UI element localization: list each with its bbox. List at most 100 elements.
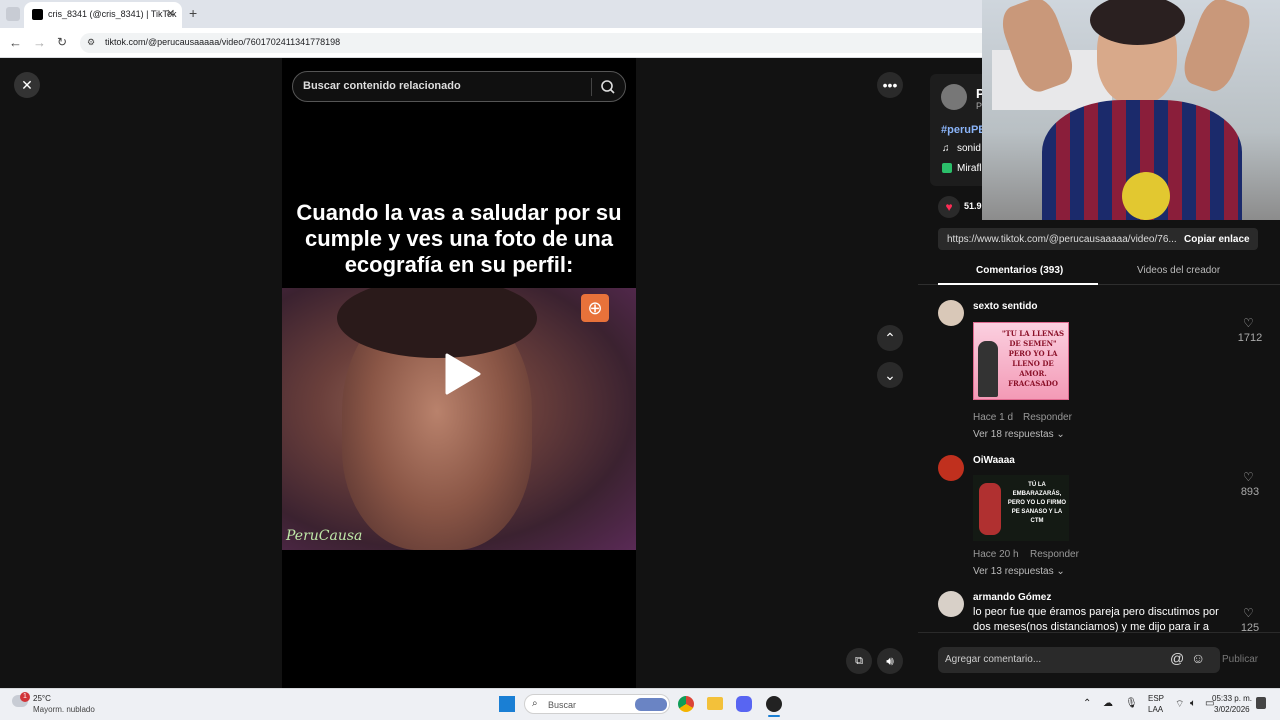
search-highlight-icon — [635, 698, 667, 711]
file-explorer-icon[interactable] — [707, 697, 723, 710]
next-video-icon[interactable]: ⌄ — [877, 362, 903, 388]
view-replies-label: Ver 18 respuestas — [973, 429, 1054, 440]
view-replies-button[interactable]: Ver 13 respuestas ⌄ — [973, 566, 1065, 577]
commenter-avatar[interactable] — [938, 300, 964, 326]
webcam-person-arm-right — [1178, 0, 1256, 96]
copy-link-button[interactable]: Copiar enlace — [1184, 234, 1250, 245]
comment-time: Hace 20 h — [973, 549, 1019, 560]
chevron-down-icon: ⌄ — [1056, 429, 1065, 440]
notification-icon[interactable] — [1256, 697, 1266, 709]
weather-badge: 1 — [20, 692, 30, 702]
comment-like-icon[interactable]: ♡ — [1243, 470, 1254, 484]
comment-placeholder: Agregar comentario... — [945, 654, 1042, 665]
speaker-icon[interactable]: 🔈︎ — [1190, 698, 1196, 709]
language-code[interactable]: ESP — [1148, 694, 1164, 703]
search-icon: ⌕ — [532, 698, 538, 709]
webcam-overlay — [982, 0, 1280, 220]
clock-date[interactable]: 3/02/2026 — [1214, 705, 1250, 714]
chrome-icon[interactable] — [678, 696, 694, 712]
location-label[interactable]: Mirafl — [957, 163, 981, 174]
video-caption: Cuando la vas a saludar por su cumple y … — [296, 200, 622, 277]
comment-text: lo peor fue que éramos pareja pero discu… — [973, 606, 1219, 633]
site-info-icon[interactable]: ⚙ — [87, 37, 95, 48]
view-replies-button[interactable]: Ver 18 respuestas ⌄ — [973, 429, 1065, 440]
tab-list-button[interactable] — [6, 7, 20, 21]
keyboard-layout[interactable]: LAA — [1148, 705, 1163, 714]
watermark-text: PeruCausa — [286, 528, 363, 544]
discord-icon[interactable] — [736, 696, 752, 712]
publish-button[interactable]: Publicar — [1222, 654, 1258, 665]
commenter-name[interactable]: sexto sentido — [973, 301, 1037, 312]
active-tab-indicator — [938, 283, 1098, 285]
chevron-down-icon: ⌄ — [1056, 566, 1065, 577]
comment-like-count: 893 — [1240, 486, 1260, 498]
emoji-icon[interactable]: ☺ — [1191, 650, 1205, 666]
comment-like-count: 125 — [1240, 622, 1260, 632]
url-text[interactable]: tiktok.com/@perucausaaaaa/video/76017024… — [105, 37, 340, 47]
tab-comments[interactable]: Comentarios (393) — [976, 265, 1063, 276]
comment-meme-image[interactable]: "TU LA LLENAS DE SEMEN" PERO YO LA LLENO… — [973, 322, 1069, 400]
chevron-up-icon[interactable]: ⌃ — [1083, 698, 1091, 709]
weather-desc: Mayorm. nublado — [33, 705, 95, 714]
close-icon[interactable]: ✕ — [14, 72, 40, 98]
meme-figure — [979, 483, 1001, 535]
clock-time[interactable]: 05:33 p. m. — [1212, 694, 1252, 703]
location-icon — [942, 163, 952, 173]
channel-logo-icon: ⊕ — [581, 294, 609, 322]
commenter-name[interactable]: armando Gómez — [973, 592, 1051, 603]
meme-figure — [978, 341, 998, 397]
taskbar-search-label: Buscar — [548, 700, 577, 710]
author-avatar[interactable] — [941, 84, 967, 110]
like-count: 51.9 — [964, 201, 982, 211]
new-tab-icon[interactable]: + — [189, 5, 197, 21]
like-button[interactable]: ♥ — [938, 196, 960, 218]
share-link-row: https://www.tiktok.com/@perucausaaaaa/vi… — [938, 228, 1258, 250]
windows-start-icon[interactable] — [499, 696, 515, 712]
volume-icon[interactable]: 🔊︎ — [877, 648, 903, 674]
mention-icon[interactable]: @ — [1170, 650, 1184, 666]
comment-like-count: 1712 — [1237, 332, 1263, 344]
tab-title: cris_8341 (@cris_8341) | TikTok — [48, 9, 177, 19]
reply-button[interactable]: Responder — [1030, 549, 1079, 560]
tab-creator-videos[interactable]: Videos del creador — [1137, 265, 1220, 276]
hashtag-link[interactable]: #peruPE — [941, 124, 986, 136]
play-icon[interactable] — [443, 353, 481, 395]
comment-input[interactable]: Agregar comentario... @ ☺ — [938, 647, 1220, 673]
more-options-icon[interactable]: ••• — [877, 72, 903, 98]
tiktok-favicon-icon — [32, 9, 43, 20]
share-link-url[interactable]: https://www.tiktok.com/@perucausaaaaa/vi… — [947, 234, 1177, 245]
taskbar-active-indicator — [768, 715, 780, 717]
close-tab-icon[interactable]: ✕ — [166, 7, 175, 20]
back-icon[interactable]: ← — [9, 35, 22, 50]
meme-text: "TU LA LLENAS DE SEMEN" PERO YO LA LLENO… — [1001, 329, 1065, 388]
view-replies-label: Ver 13 respuestas — [973, 566, 1054, 577]
commenter-avatar[interactable] — [938, 591, 964, 617]
music-note-icon: ♫ — [942, 143, 950, 154]
browser-tab[interactable]: cris_8341 (@cris_8341) | TikTok ✕ — [24, 2, 182, 28]
commenter-avatar[interactable] — [938, 455, 964, 481]
previous-video-icon[interactable]: ⌃ — [877, 325, 903, 351]
comment-meme-image[interactable]: TÚ LA EMBARAZARÁS, PERO YO LO FIRMO PE S… — [973, 475, 1069, 541]
reply-button[interactable]: Responder — [1023, 412, 1072, 423]
sound-label[interactable]: sonid — [957, 143, 981, 154]
commenter-name[interactable]: OiWaaaa — [973, 455, 1015, 466]
reload-icon[interactable]: ↻ — [57, 35, 67, 49]
sponsor-logo-icon — [1122, 172, 1170, 220]
miniplayer-icon[interactable]: ⧉ — [846, 648, 872, 674]
network-icon[interactable]: ☁ — [1103, 698, 1113, 709]
comment-time: Hace 1 d — [973, 412, 1014, 423]
wifi-icon[interactable]: ⌔ — [1175, 698, 1184, 711]
microphone-icon[interactable]: 🎙︎ — [1125, 698, 1138, 709]
divider — [591, 78, 592, 96]
taskbar-search[interactable]: ⌕ Buscar — [524, 694, 670, 714]
weather-temp[interactable]: 25°C — [33, 694, 51, 703]
comment-like-icon[interactable]: ♡ — [1243, 606, 1254, 620]
search-placeholder: Buscar contenido relacionado — [303, 80, 461, 92]
video-frame: ⊕ PeruCausa — [282, 288, 636, 550]
search-icon[interactable] — [600, 79, 616, 95]
forward-icon[interactable]: → — [33, 35, 46, 50]
app-icon[interactable] — [766, 696, 782, 712]
comment-like-icon[interactable]: ♡ — [1243, 316, 1254, 330]
meme-text: TÚ LA EMBARAZARÁS, PERO YO LO FIRMO PE S… — [1007, 482, 1067, 524]
search-input[interactable]: Buscar contenido relacionado — [292, 71, 626, 102]
